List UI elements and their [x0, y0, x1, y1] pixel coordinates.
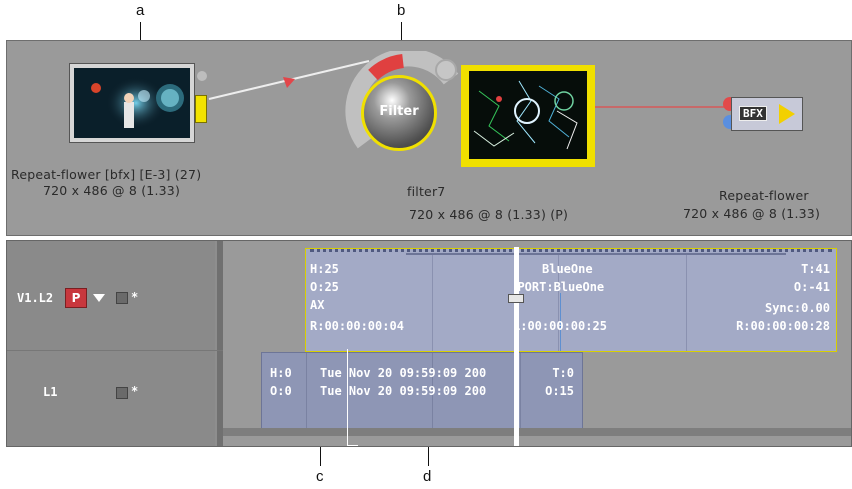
track-star-l1: *	[131, 384, 139, 398]
clip-upper[interactable]: H:25 O:25 AX R:00:00:00:04 BlueOne IMPOR…	[305, 248, 837, 352]
clip-upper-import: IMPORT:BlueOne	[517, 280, 605, 294]
clip-lower-head: H:0	[270, 366, 292, 380]
clip-lower-divider3	[520, 353, 521, 429]
clip-lower-offset: O:0	[270, 384, 292, 398]
filter-thumbnail	[469, 71, 587, 159]
output-play-icon	[779, 104, 795, 124]
filter-aux-dot	[435, 59, 457, 81]
callout-c: c	[316, 468, 324, 485]
clip-upper-rec-out: R:00:00:00:28	[736, 319, 830, 333]
track-star-v1l2: *	[131, 290, 139, 304]
timeline-panel: V1.L2 P * L1 * H:25 O:25 AX R:00:00:00:0…	[6, 240, 852, 447]
schematic-panel: Repeat-flower [bfx] [E-3] (27) 720 x 486…	[6, 40, 852, 236]
clip-lower-tail-offset: O:15	[545, 384, 574, 398]
clip-upper-import-clip: IMPORT:BlueOne	[517, 280, 647, 296]
clip-lower[interactable]: H:0 O:0 Tue Nov 20 09:59:09 200 Tue Nov …	[261, 352, 583, 430]
track-monitor-toggle-l1[interactable]	[116, 387, 128, 399]
output-node-name: Repeat-flower	[719, 188, 809, 203]
track-label-v1l2[interactable]: V1.L2	[17, 291, 53, 305]
clip-lower-tail: T:0	[552, 366, 574, 380]
clip-upper-bar	[406, 253, 786, 255]
callout-d: d	[423, 468, 432, 485]
clip-upper-tail-offset: O:-41	[793, 280, 830, 294]
callout-a: a	[136, 2, 145, 19]
track-monitor-toggle[interactable]	[116, 292, 128, 304]
clip-upper-length: L:00:00:00:25	[517, 319, 607, 333]
output-node-dims: 720 x 486 @ 8 (1.33)	[683, 206, 821, 221]
filter-button-label: Filter	[379, 104, 419, 119]
clip-upper-rec: R:00:00:00:04	[310, 319, 404, 333]
clip-upper-offset: O:25	[310, 280, 339, 294]
clip-lower-divider	[306, 353, 307, 429]
clip-upper-tail: T:41	[801, 262, 830, 276]
clip-lower-date2: Tue Nov 20 09:59:09 200	[320, 384, 487, 398]
filter-node-name: filter7	[407, 184, 446, 199]
track-label-l1[interactable]: L1	[43, 385, 57, 399]
filter-node-dims: 720 x 486 @ 8 (1.33) (P)	[409, 207, 569, 222]
clip-upper-divider	[432, 255, 433, 351]
clip-lower-date1: Tue Nov 20 09:59:09 200	[320, 366, 487, 380]
output-bfx-badge: BFX	[739, 106, 767, 121]
positioner-handle[interactable]	[508, 294, 524, 303]
callout-b: b	[397, 2, 406, 19]
timeline-bottom-band	[223, 428, 851, 436]
clip-upper-mode: AX	[310, 298, 325, 312]
clip-upper-title: BlueOne	[542, 262, 593, 276]
track-patch-button[interactable]: P	[65, 288, 87, 308]
clip-upper-divider3	[686, 255, 687, 351]
output-node[interactable]: BFX	[719, 93, 809, 137]
filter-button[interactable]: Filter	[361, 75, 437, 151]
clip-upper-sync: Sync:0.00	[764, 301, 830, 315]
track-header-column	[7, 241, 215, 446]
filter-node[interactable]: Filter	[343, 51, 595, 175]
clip-upper-length-clip: L:00:00:00:25	[517, 319, 647, 335]
in-point-bracket[interactable]	[347, 349, 358, 446]
timeline-positioner[interactable]	[514, 247, 519, 446]
clip-upper-head: H:25	[310, 262, 339, 276]
track-expand-icon[interactable]	[93, 294, 105, 302]
